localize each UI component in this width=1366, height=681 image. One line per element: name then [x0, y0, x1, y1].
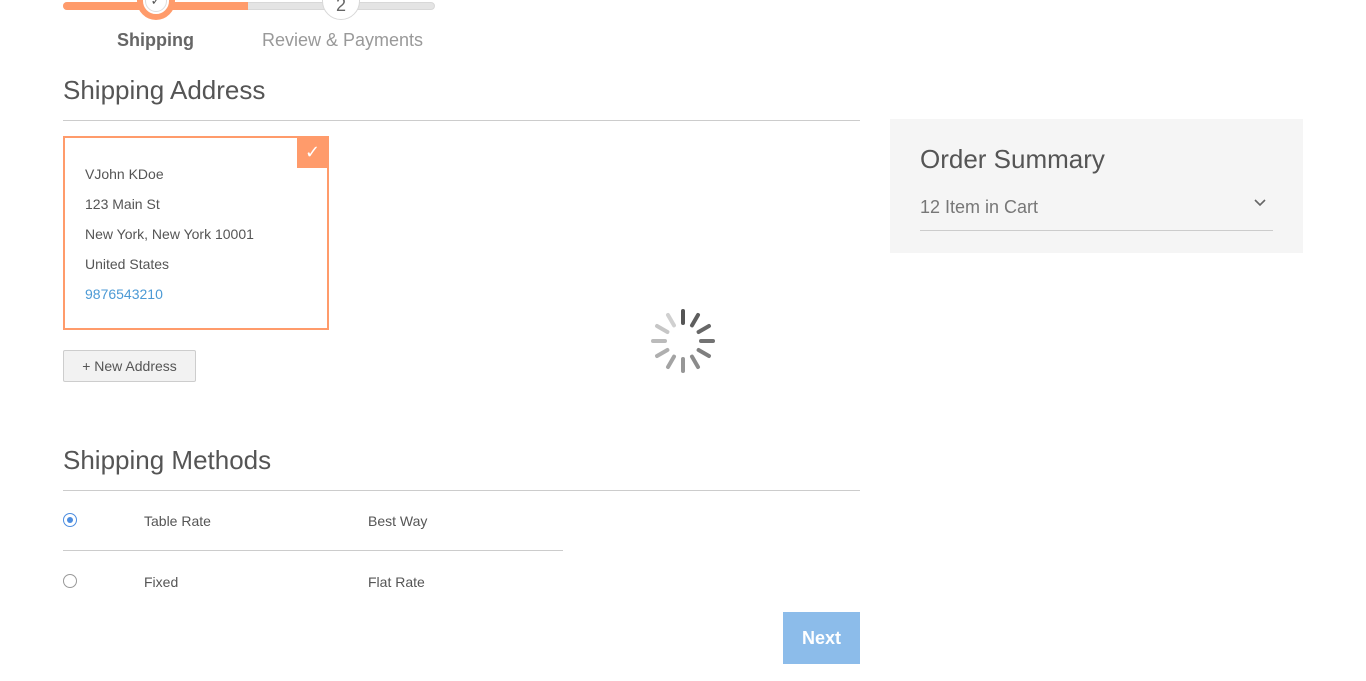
shipping-address-title: Shipping Address: [63, 75, 860, 121]
shipping-method-row[interactable]: Table Rate Best Way: [63, 491, 563, 551]
shipping-method-name: Fixed: [144, 574, 179, 590]
address-city: New York, New York 10001: [85, 226, 254, 242]
shipping-carrier-name: Flat Rate: [368, 574, 425, 590]
progress-step-number: 2: [335, 0, 346, 15]
shipping-methods-title: Shipping Methods: [63, 445, 860, 491]
progress-label-shipping[interactable]: Shipping: [117, 30, 194, 51]
address-street: 123 Main St: [85, 196, 160, 212]
shipping-method-radio[interactable]: [63, 574, 77, 588]
address-card-selected[interactable]: ✓ VJohn KDoe 123 Main St New York, New Y…: [63, 136, 329, 330]
check-icon: ✓: [145, 0, 167, 12]
cart-items-toggle[interactable]: 12 Item in Cart: [920, 197, 1273, 231]
spinner-icon: [651, 309, 715, 373]
chevron-down-icon[interactable]: [1253, 195, 1267, 214]
address-phone-link[interactable]: 9876543210: [85, 286, 163, 302]
shipping-method-radio[interactable]: [63, 513, 77, 527]
progress-step-shipping[interactable]: ✓: [137, 0, 175, 20]
progress-step-review[interactable]: 2: [322, 0, 360, 20]
shipping-carrier-name: Best Way: [368, 513, 428, 529]
order-summary-panel: Order Summary 12 Item in Cart: [890, 119, 1303, 253]
check-icon: ✓: [297, 137, 328, 168]
address-country: United States: [85, 256, 170, 272]
checkout-progress-bar: ✓ 2 Shipping Review & Payments: [63, 0, 435, 60]
new-address-button[interactable]: + New Address: [63, 350, 196, 382]
shipping-method-name: Table Rate: [144, 513, 211, 529]
shipping-method-row[interactable]: Fixed Flat Rate: [63, 552, 563, 612]
progress-label-review[interactable]: Review & Payments: [262, 30, 423, 51]
next-button[interactable]: Next: [783, 612, 860, 664]
cart-items-label: 12 Item in Cart: [920, 197, 1039, 217]
address-name: VJohn KDoe: [85, 166, 164, 182]
order-summary-title: Order Summary: [920, 144, 1105, 174]
